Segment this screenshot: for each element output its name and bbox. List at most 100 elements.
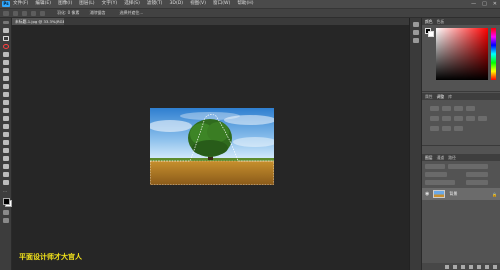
type-tool-icon[interactable] xyxy=(3,148,9,153)
pen-tool-icon[interactable] xyxy=(3,140,9,145)
menu-image[interactable]: 图像(I) xyxy=(58,0,72,8)
menu-layer[interactable]: 图层(L) xyxy=(79,0,94,8)
menu-view[interactable]: 视图(V) xyxy=(190,0,206,8)
tool-preset-icon[interactable] xyxy=(3,10,9,16)
tab-color[interactable]: 颜色 xyxy=(425,19,433,25)
menu-help[interactable]: 帮助(H) xyxy=(237,0,253,8)
curves-adjust-icon[interactable] xyxy=(454,106,463,111)
zoom-tool-icon[interactable] xyxy=(3,180,9,185)
menu-type[interactable]: 文字(Y) xyxy=(102,0,118,8)
opacity-field[interactable] xyxy=(466,172,488,177)
menu-edit[interactable]: 编辑(E) xyxy=(35,0,51,8)
clone-stamp-tool-icon[interactable] xyxy=(3,92,9,97)
subtract-selection-icon[interactable] xyxy=(31,10,36,16)
feather-label[interactable]: 羽化: 0 像素 xyxy=(57,10,79,16)
lasso-tool-icon[interactable] xyxy=(3,44,9,49)
dodge-tool-icon[interactable] xyxy=(3,132,9,137)
blur-tool-icon[interactable] xyxy=(3,124,9,129)
new-selection-icon[interactable] xyxy=(13,10,18,16)
adjustment-layer-icon[interactable] xyxy=(469,264,473,269)
tab-paths[interactable]: 路径 xyxy=(448,155,456,161)
add-selection-icon[interactable] xyxy=(22,10,27,16)
hue-slider[interactable] xyxy=(491,28,496,80)
new-layer-icon[interactable] xyxy=(485,264,489,269)
path-selection-tool-icon[interactable] xyxy=(3,156,9,161)
brush-tool-icon[interactable] xyxy=(3,84,9,89)
window-controls: — □ ✕ xyxy=(471,0,497,8)
fill-field[interactable] xyxy=(466,180,488,185)
layer-filter-dropdown[interactable] xyxy=(425,164,445,169)
bg-color-chip[interactable] xyxy=(428,31,434,37)
gradient-tool-icon[interactable] xyxy=(3,116,9,121)
group-icon[interactable] xyxy=(477,264,481,269)
screen-mode-icon[interactable] xyxy=(3,218,9,223)
document-tab[interactable]: 未标题-1.jpg @ 33.3%(RGB/8#) × xyxy=(12,18,64,25)
intersect-selection-icon[interactable] xyxy=(40,10,45,16)
lock-icon: 🔒 xyxy=(492,191,497,197)
tab-channels[interactable]: 通道 xyxy=(437,155,445,161)
more-tools-icon[interactable]: … xyxy=(3,188,9,193)
minimize-button[interactable]: — xyxy=(471,1,476,7)
link-layers-icon[interactable] xyxy=(445,264,449,269)
options-bar: 羽化: 0 像素 消除锯齿 选择并遮住... xyxy=(0,8,500,18)
menu-3d[interactable]: 3D(D) xyxy=(169,0,183,8)
invert-adjust-icon[interactable] xyxy=(430,126,439,131)
color-field[interactable] xyxy=(436,28,488,80)
photo-filter-adjust-icon[interactable] xyxy=(478,116,487,121)
brightness-adjust-icon[interactable] xyxy=(430,106,439,111)
eraser-tool-icon[interactable] xyxy=(3,108,9,113)
menu-filter[interactable]: 滤镜(T) xyxy=(147,0,163,8)
tab-libraries[interactable]: 库 xyxy=(448,94,452,100)
black-white-adjust-icon[interactable] xyxy=(466,116,475,121)
quick-select-tool-icon[interactable] xyxy=(3,52,9,57)
character-panel-icon[interactable] xyxy=(413,38,419,43)
panel-divider xyxy=(422,145,500,146)
close-button[interactable]: ✕ xyxy=(493,1,497,7)
exposure-adjust-icon[interactable] xyxy=(466,106,475,111)
tree-field-photo xyxy=(150,108,274,185)
history-panel-icon[interactable] xyxy=(413,22,419,27)
mask-icon[interactable] xyxy=(461,264,465,269)
select-and-mask-button[interactable]: 选择并遮住... xyxy=(119,10,143,16)
posterize-adjust-icon[interactable] xyxy=(442,126,451,131)
document-image[interactable] xyxy=(150,108,274,185)
hand-tool-icon[interactable] xyxy=(3,172,9,177)
foreground-color-swatch[interactable] xyxy=(3,198,10,205)
adjustments-panel xyxy=(422,100,500,145)
healing-brush-tool-icon[interactable] xyxy=(3,76,9,81)
antialias-checkbox[interactable]: 消除锯齿 xyxy=(89,10,105,16)
move-tool-icon[interactable] xyxy=(3,28,9,33)
crop-tool-icon[interactable] xyxy=(3,60,9,65)
lock-options[interactable] xyxy=(425,180,455,185)
history-brush-tool-icon[interactable] xyxy=(3,100,9,105)
color-balance-adjust-icon[interactable] xyxy=(454,116,463,121)
tab-adjustments[interactable]: 调整 xyxy=(437,94,445,100)
vibrance-adjust-icon[interactable] xyxy=(430,116,439,121)
blend-mode-dropdown[interactable] xyxy=(425,172,447,177)
eyedropper-tool-icon[interactable] xyxy=(3,68,9,73)
layer-filter-icons[interactable] xyxy=(448,164,488,169)
levels-adjust-icon[interactable] xyxy=(442,106,451,111)
trash-icon[interactable] xyxy=(493,264,497,269)
brush-settings-icon[interactable] xyxy=(413,30,419,35)
menu-select[interactable]: 选择(S) xyxy=(124,0,140,8)
eye-icon[interactable]: ◉ xyxy=(425,191,429,197)
layers-panel-tabs: 图层 通道 路径 xyxy=(422,154,500,161)
menu-file[interactable]: 文件(F) xyxy=(13,0,28,8)
layer-name[interactable]: 背景 xyxy=(449,191,457,197)
quick-mask-icon[interactable] xyxy=(3,210,9,215)
marquee-tool-icon[interactable] xyxy=(3,36,9,41)
tab-properties[interactable]: 属性 xyxy=(425,94,433,100)
hue-saturation-adjust-icon[interactable] xyxy=(442,116,451,121)
toolbar-grip[interactable] xyxy=(3,21,9,24)
menu-window[interactable]: 窗口(W) xyxy=(213,0,230,8)
layer-row-background[interactable]: ◉ 背景 🔒 xyxy=(422,188,500,200)
photoshop-logo: Ps xyxy=(2,1,10,7)
maximize-button[interactable]: □ xyxy=(482,1,487,7)
tab-layers[interactable]: 图层 xyxy=(425,155,433,161)
tab-swatches[interactable]: 色板 xyxy=(437,19,445,25)
fx-icon[interactable] xyxy=(453,264,457,269)
rectangle-tool-icon[interactable] xyxy=(3,164,9,169)
threshold-adjust-icon[interactable] xyxy=(454,126,463,131)
layer-thumbnail xyxy=(433,190,446,198)
